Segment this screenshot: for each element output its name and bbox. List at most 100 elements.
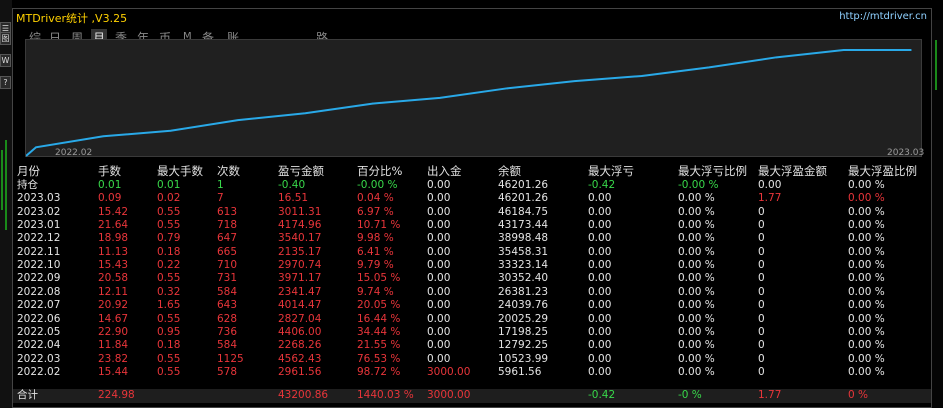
cell-month: 2022.04 (17, 339, 61, 352)
cell-pnl: 4014.47 (278, 299, 322, 312)
cell-percent: 6.97 % (357, 205, 394, 218)
cell-pnl: 4562.43 (278, 352, 322, 365)
cell-deposit: 0.00 (427, 192, 451, 205)
cell-count: 次数 (217, 164, 240, 178)
table-row: 2022.04 11.84 0.18 584 2268.26 21.55 % 0.00 127… (17, 339, 929, 352)
cell-deposit: 0.00 (427, 285, 451, 298)
cell-count: 578 (217, 365, 238, 378)
cell-max-float-loss-pct: 最大浮亏比例 (678, 164, 747, 178)
cell-max-lots: 0.95 (157, 325, 181, 338)
cell-pnl: 16.51 (278, 192, 309, 205)
cell-max-float-profit-pct: 0.00 % (848, 312, 885, 325)
cell-pnl: 3540.17 (278, 232, 322, 245)
balance-point-2022.07 (371, 102, 374, 105)
cell-lots: 18.98 (98, 232, 129, 245)
cell-max-float-profit-pct: 0.00 % (848, 365, 885, 378)
cell-max-float-profit-pct: 0.00 % (848, 272, 885, 285)
cell-max-float-loss-pct: 0.00 % (678, 352, 715, 365)
cell-max-float-profit-pct: 0.00 % (848, 232, 885, 245)
cell-max-float-profit-pct: 0.00 % (848, 339, 885, 352)
cell-max-float-loss-pct: 0.00 % (678, 192, 715, 205)
cell-month: 2022.07 (17, 299, 61, 312)
cell-max-lots: 0.55 (157, 352, 181, 365)
toolbar-button-2[interactable]: 图 (0, 32, 11, 45)
cell-month: 2023.03 (17, 192, 61, 205)
cell-max-lots: 0.02 (157, 192, 181, 205)
cell-deposit: 0.00 (427, 259, 451, 272)
cell-max-float-profit: 0 (758, 339, 765, 352)
cell-month: 月份 (17, 164, 40, 178)
cell-deposit: 出入金 (427, 164, 462, 178)
cell-max-lots: 0.79 (157, 232, 181, 245)
cell-count: 1 (217, 179, 224, 191)
cell-max-float-profit-pct: 0.00 % (848, 219, 885, 232)
cell-max-float-loss-pct: -0.00 % (678, 179, 719, 191)
balance-point-2023.03 (910, 49, 912, 51)
cell-lots: 20.58 (98, 272, 129, 285)
toolbar-button-3[interactable]: W (0, 54, 11, 67)
cell-count: 736 (217, 325, 238, 338)
cell-lots: 11.84 (98, 339, 129, 352)
cell-balance: 20025.29 (498, 312, 549, 325)
cell-max-float-loss: 0.00 (588, 192, 612, 205)
cell-balance: 46201.26 (498, 179, 549, 191)
cell-count: 731 (217, 272, 238, 285)
cell-max-float-loss-pct: 0.00 % (678, 285, 715, 298)
cell-max-lots: 0.55 (157, 205, 181, 218)
balance-line (26, 49, 912, 157)
cell-percent: 10.71 % (357, 219, 401, 232)
table-row: 2023.01 21.64 0.55 718 4174.96 10.71 % 0.00 431… (17, 219, 929, 232)
cell-max-float-loss-pct: 0.00 % (678, 339, 715, 352)
cell-percent: 98.72 % (357, 365, 401, 378)
cell-max-lots: 0.55 (157, 365, 181, 378)
cell-max-float-profit-pct: 0.00 % (848, 325, 885, 338)
cell-lots: 15.43 (98, 259, 129, 272)
cell-lots: 15.44 (98, 365, 129, 378)
cell-max-float-loss: 0.00 (588, 232, 612, 245)
cell-balance: 35458.31 (498, 245, 549, 258)
right-scrollbar[interactable] (932, 20, 943, 408)
cell-lots: 21.64 (98, 219, 129, 232)
cell-month: 2022.10 (17, 259, 61, 272)
balance-point-2022.09 (506, 87, 508, 90)
cell-max-float-loss: 0.00 (588, 272, 612, 285)
cell-max-float-loss: 0.00 (588, 312, 612, 325)
website-link[interactable]: http://mtdriver.cn (839, 11, 927, 22)
x-axis-start-label: 2022.02 (55, 148, 93, 158)
cell-max-float-loss-pct: 0.00 % (678, 232, 715, 245)
cell-max-float-profit: 0 (758, 365, 765, 378)
cell-max-float-profit-pct: 0.00 % (848, 259, 885, 272)
cell-max-float-profit: 1.77 (758, 192, 782, 205)
stats-panel: MTDriver统计 ,V3.25 http://mtdriver.cn 综 日… (12, 8, 932, 408)
cell-lots: 20.92 (98, 299, 129, 312)
cell-max-float-profit-pct: 0.00 % (848, 205, 885, 218)
cell-percent: 34.44 % (357, 325, 401, 338)
cell-max-lots: 0.55 (157, 219, 181, 232)
background-chart-bar (935, 40, 937, 90)
cell-count: 1125 (217, 352, 244, 365)
toolbar-button-4[interactable]: ? (0, 76, 11, 89)
cell-balance: 38998.48 (498, 232, 549, 245)
background-chart-bar (1, 150, 3, 210)
balance-chart-svg (26, 49, 912, 157)
cell-percent: 21.55 % (357, 339, 401, 352)
cell-pnl: 4406.00 (278, 325, 322, 338)
balance-point-2022.05 (237, 119, 239, 121)
cell-max-float-loss-pct: 0.00 % (678, 325, 715, 338)
cell-max-float-profit: 0 (758, 232, 765, 245)
panel-title: MTDriver统计 ,V3.25 (16, 12, 128, 25)
cell-max-float-loss: 最大浮亏 (588, 164, 634, 178)
cell-lots: 15.42 (98, 205, 129, 218)
cell-pnl: 2341.47 (278, 285, 322, 298)
cell-percent: 6.41 % (357, 245, 394, 258)
balance-point-2022.02 (35, 146, 37, 149)
cell-percent: 百分比% (357, 164, 403, 178)
cell-max-float-profit: 0 (758, 205, 765, 218)
cell-month: 2022.03 (17, 352, 61, 365)
total-row-cells: 合计 224.98 43200.86 1440.03 % 3000.00 -0.42 -0 … (17, 389, 929, 402)
cell-pnl: 盈亏金额 (278, 164, 324, 178)
cell-month: 2022.11 (17, 245, 61, 258)
cell-max-float-loss-pct: 0.00 % (678, 259, 715, 272)
cell-max-lots: 0.32 (157, 285, 181, 298)
balance-point-2023.01 (775, 56, 778, 59)
